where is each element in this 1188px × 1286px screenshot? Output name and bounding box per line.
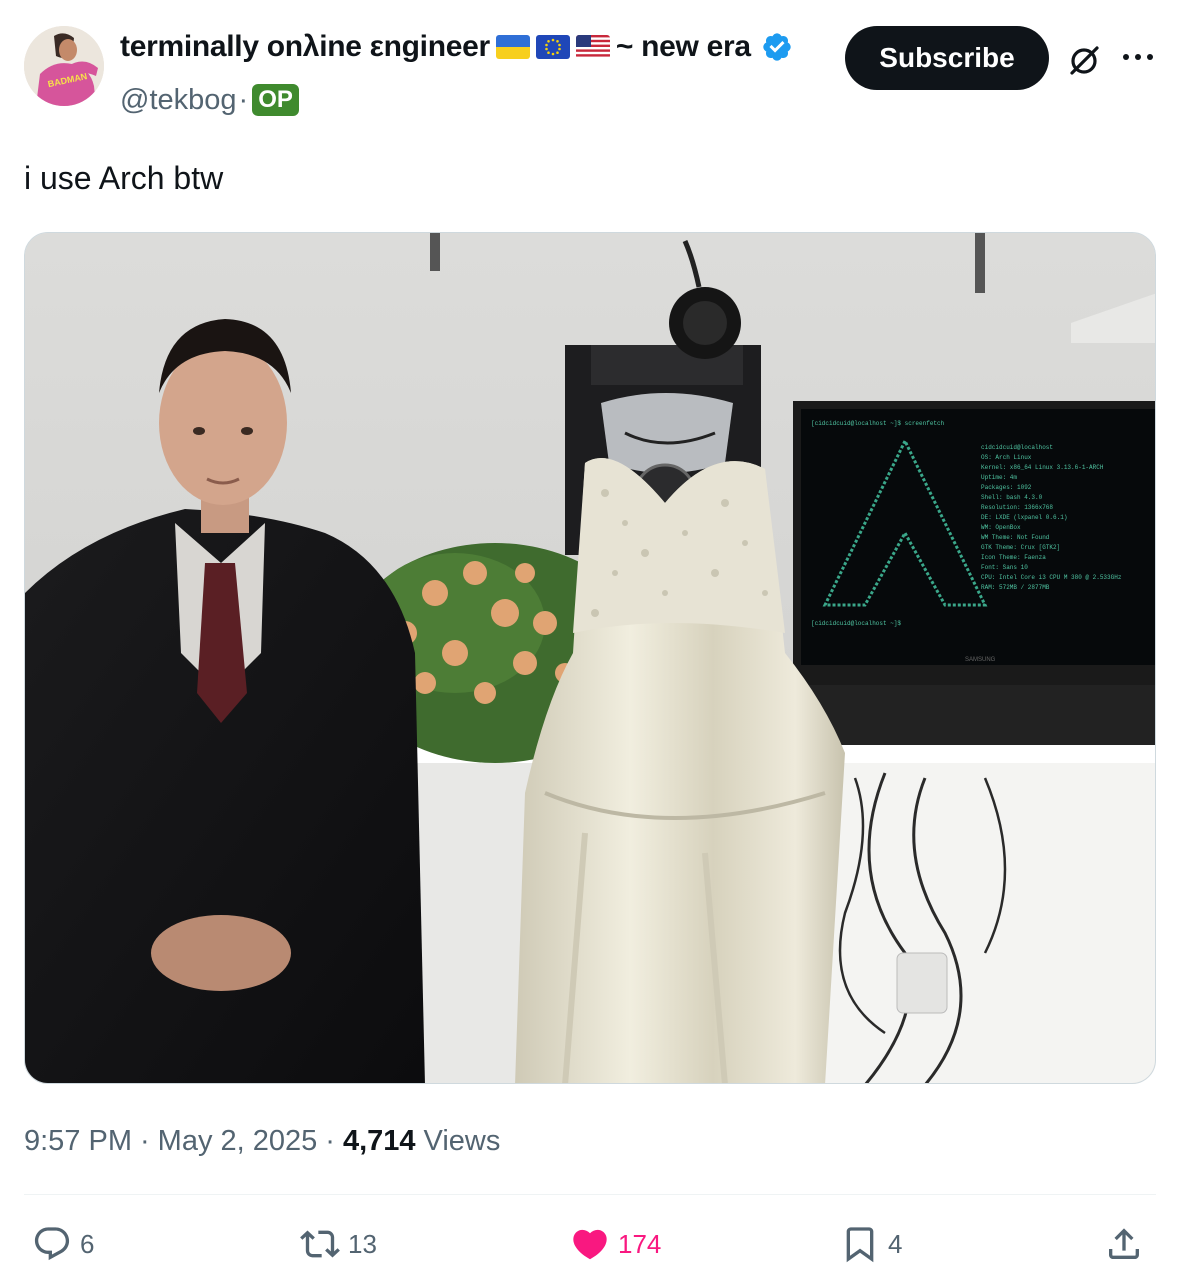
meta-separator: · [140, 1124, 150, 1157]
post-time[interactable]: 9:57 PM [24, 1125, 132, 1158]
svg-text:GTK Theme: Crux [GTK2]: GTK Theme: Crux [GTK2] [981, 544, 1060, 551]
svg-text:Packages: 1092: Packages: 1092 [981, 484, 1032, 491]
handle-separator: · [238, 83, 249, 116]
svg-text:CPU: Intel Core i3 CPU M 380 @: CPU: Intel Core i3 CPU M 380 @ 2.533GHz [981, 574, 1122, 581]
svg-text:WM: OpenBox: WM: OpenBox [981, 524, 1021, 531]
svg-text:cidcidcuid@localhost: cidcidcuid@localhost [981, 444, 1053, 451]
ukraine-flag-icon [495, 35, 530, 59]
reply-icon [34, 1227, 70, 1261]
share-button[interactable] [1104, 1218, 1144, 1270]
subscribe-button[interactable]: Subscribe [845, 26, 1049, 90]
post-text: i use Arch btw [24, 160, 224, 196]
op-badge: OP [252, 84, 299, 116]
post-date[interactable]: May 2, 2025 [158, 1125, 318, 1158]
repost-button[interactable]: 13 [300, 1218, 377, 1270]
svg-text:[cidcidcuid@localhost ~]$ scre: [cidcidcuid@localhost ~]$ screenfetch [811, 420, 945, 427]
more-horizontal-icon[interactable] [1118, 42, 1158, 72]
author-handle[interactable]: @tekbog [120, 84, 237, 117]
svg-text:[cidcidcuid@localhost ~]$: [cidcidcuid@localhost ~]$ [811, 620, 901, 627]
divider [24, 1194, 1156, 1195]
views-count: 4,714 [342, 1124, 416, 1157]
svg-text:Resolution: 1366x768: Resolution: 1366x768 [981, 504, 1053, 511]
author-name-row[interactable]: terminally onλine εngineer ~ new era [120, 28, 793, 66]
svg-text:Font: Sans 10: Font: Sans 10 [981, 564, 1028, 571]
heart-filled-icon [573, 1229, 607, 1260]
svg-text:DE: LXDE (lxpanel 0.6.1): DE: LXDE (lxpanel 0.6.1) [981, 514, 1067, 521]
us-flag-icon [575, 35, 610, 59]
views-label: Views [423, 1124, 501, 1157]
monitor-brand: SAMSUNG [965, 657, 996, 663]
bookmark-icon [846, 1227, 874, 1263]
photo-illustration: SAMSUNG [cidcidcuid@localhost ~]$ screen… [25, 233, 1155, 1083]
post-actions: 6 13 174 4 [24, 1218, 1156, 1270]
grok-icon[interactable] [1064, 40, 1104, 80]
svg-text:Uptime: 4m: Uptime: 4m [981, 474, 1017, 481]
author-name-suffix[interactable]: ~ new era [616, 30, 751, 64]
meta-separator: · [325, 1124, 335, 1157]
avatar-image: BADMAN [24, 26, 104, 106]
svg-text:WM Theme: Not Found: WM Theme: Not Found [981, 534, 1050, 541]
author-handle-row: @tekbog · OP [120, 80, 299, 120]
like-count: 174 [618, 1228, 662, 1259]
author-avatar[interactable]: BADMAN [24, 26, 104, 106]
svg-text:Shell: bash 4.3.0: Shell: bash 4.3.0 [981, 494, 1043, 501]
svg-text:Icon Theme: Faenza: Icon Theme: Faenza [981, 554, 1046, 561]
verified-badge-icon[interactable] [761, 31, 793, 63]
svg-text:OS: Arch Linux: OS: Arch Linux [981, 454, 1032, 461]
post-meta: 9:57 PM · May 2, 2025 · 4,714 Views [24, 1120, 500, 1162]
author-display-name[interactable]: terminally onλine εngineer [120, 30, 490, 64]
reply-count: 6 [80, 1228, 95, 1259]
post-media-photo[interactable]: SAMSUNG [cidcidcuid@localhost ~]$ screen… [24, 232, 1156, 1084]
repost-icon [300, 1230, 340, 1258]
reply-button[interactable]: 6 [32, 1218, 94, 1270]
svg-text:Kernel: x86_64 Linux 3.13.6-1-: Kernel: x86_64 Linux 3.13.6-1-ARCH [981, 464, 1104, 471]
bookmark-button[interactable]: 4 [840, 1218, 902, 1270]
share-icon [1109, 1228, 1139, 1259]
bookmark-count: 4 [888, 1228, 903, 1259]
eu-flag-icon [535, 35, 570, 59]
like-button[interactable]: 174 [570, 1218, 661, 1270]
repost-count: 13 [348, 1228, 377, 1259]
svg-text:RAM: 572MB / 2877MB: RAM: 572MB / 2877MB [981, 584, 1050, 591]
